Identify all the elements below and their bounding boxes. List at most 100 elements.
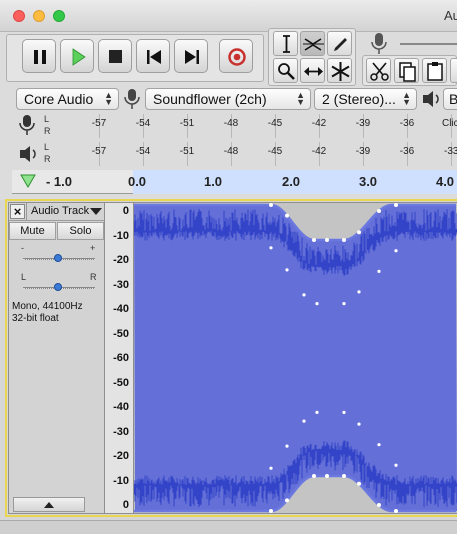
zoom-window-button[interactable] [53, 10, 65, 22]
paste-icon [427, 62, 443, 81]
amplitude-ruler[interactable]: 0 -10 -20 -30 -40 -50 -60 -50 -40 -30 -20 -10 0 [104, 202, 134, 514]
envelope-point [285, 444, 289, 448]
gain-knob[interactable] [54, 254, 62, 262]
envelope-point [342, 302, 346, 306]
envelope-point [325, 238, 329, 242]
pan-right-label: R [90, 272, 97, 282]
title-bar: Au [0, 0, 457, 32]
playback-meter-speaker-icon [20, 146, 36, 162]
audio-host-value: Core Audio [24, 91, 94, 107]
meter-tick: -36 [399, 146, 415, 157]
amplitude-tick: 0 [122, 205, 129, 217]
close-window-button[interactable] [13, 10, 25, 22]
track-title-bar: × Audio Track [9, 203, 104, 221]
minimize-window-button[interactable] [33, 10, 45, 22]
record-button[interactable] [219, 39, 253, 73]
pause-button[interactable] [22, 39, 56, 73]
gain-slider[interactable]: - + [17, 243, 97, 273]
waveform-canvas[interactable] [133, 203, 457, 513]
recording-channels-select[interactable]: 2 (Stereo)... ▲ ▼ [314, 88, 417, 110]
skip-to-end-button[interactable] [174, 39, 208, 73]
recording-device-select[interactable]: Soundflower (2ch) ▲ ▼ [145, 88, 311, 110]
timeline-ruler[interactable]: - 1.0 0.0 1.0 2.0 3.0 4.0 [12, 170, 457, 194]
track-menu-button[interactable]: Audio Track [26, 203, 104, 220]
ruler-label: - 1.0 [45, 174, 73, 189]
waveform-area[interactable] [133, 202, 457, 514]
record-meter-mic-icon [19, 115, 35, 135]
amplitude-tick: -30 [113, 278, 129, 291]
play-icon [72, 48, 86, 66]
pan-knob[interactable] [54, 283, 62, 291]
copy-button[interactable] [394, 58, 419, 83]
playback-device-select[interactable]: B [443, 88, 457, 110]
play-button[interactable] [60, 39, 94, 73]
envelope-point [302, 293, 306, 297]
envelope-point [357, 290, 361, 294]
stop-button[interactable] [98, 39, 132, 73]
double-arrow-icon [304, 67, 323, 76]
cut-button[interactable] [366, 58, 391, 83]
close-track-button[interactable]: × [10, 204, 25, 219]
envelope-point [269, 466, 273, 470]
record-meter-bars [56, 114, 457, 138]
ruler-label: 0.0 [127, 174, 147, 189]
multi-tool-button[interactable] [327, 58, 352, 83]
track-control-panel[interactable]: × Audio Track Mute Solo - + L R Mono, 44… [8, 202, 104, 514]
trim-button[interactable] [450, 58, 457, 83]
meter-tick: -42 [311, 146, 327, 157]
envelope-tool-button[interactable] [300, 31, 325, 56]
mic-volume-icon [371, 33, 387, 54]
audio-host-select[interactable]: Core Audio ▲ ▼ [16, 88, 119, 110]
meter-tick: -48 [223, 118, 239, 129]
click-to-start-monitoring-text[interactable]: Clic [442, 118, 457, 129]
record-icon [228, 48, 246, 66]
speaker-icon [423, 91, 439, 107]
envelope-point [357, 481, 361, 486]
amplitude-tick: -40 [113, 303, 129, 315]
record-volume-slider[interactable] [396, 34, 457, 54]
envelope-point [394, 203, 398, 207]
envelope-point [394, 509, 398, 513]
pan-slider[interactable]: L R [17, 272, 97, 302]
horizontal-scroll-area[interactable] [0, 520, 457, 534]
meter-tick: -39 [355, 118, 371, 129]
meter-tick: -45 [267, 146, 283, 157]
skip-start-icon [147, 50, 161, 64]
selection-tool-button[interactable] [273, 31, 298, 56]
mute-button[interactable]: Mute [9, 222, 56, 240]
envelope-point [269, 203, 273, 207]
envelope-point [269, 509, 273, 513]
meter-tick: -51 [179, 146, 195, 157]
playback-meter[interactable]: LR -57 -54 -51 -48 -45 -42 -39 -36 -33 [12, 140, 457, 168]
envelope-point [377, 503, 381, 508]
amplitude-tick: -50 [113, 327, 129, 340]
envelope-point [312, 474, 316, 478]
zoom-tool-button[interactable] [273, 58, 298, 83]
recording-device-value: Soundflower (2ch) [153, 91, 267, 107]
sample-format-line: Mono, 44100Hz [12, 301, 83, 312]
ruler-label: 3.0 [358, 174, 378, 189]
amplitude-tick: -20 [113, 254, 129, 266]
envelope-point [285, 213, 289, 218]
envelope-point [377, 208, 381, 213]
time-shift-tool-button[interactable] [300, 58, 325, 83]
solo-button[interactable]: Solo [57, 222, 104, 240]
amplitude-tick: -30 [113, 425, 129, 438]
meter-tick: -42 [311, 118, 327, 129]
scissors-icon [370, 62, 389, 81]
envelope-point [394, 463, 398, 467]
meter-tick: -45 [267, 118, 283, 129]
play-position-icon[interactable] [20, 174, 36, 188]
amplitude-tick: -10 [113, 474, 129, 487]
draw-tool-button[interactable] [327, 31, 352, 56]
dropdown-arrow-icon [90, 208, 102, 215]
paste-button[interactable] [422, 58, 447, 83]
amplitude-tick: -20 [113, 450, 129, 462]
meter-tick: -54 [135, 146, 151, 157]
skip-to-start-button[interactable] [136, 39, 170, 73]
collapse-track-button[interactable] [13, 497, 85, 512]
envelope-point [394, 249, 398, 253]
meter-tick: -51 [179, 118, 195, 129]
envelope-point [285, 498, 289, 503]
record-meter[interactable]: LR -57 -54 -51 -48 -45 -42 -39 -36 Clic [12, 112, 457, 140]
